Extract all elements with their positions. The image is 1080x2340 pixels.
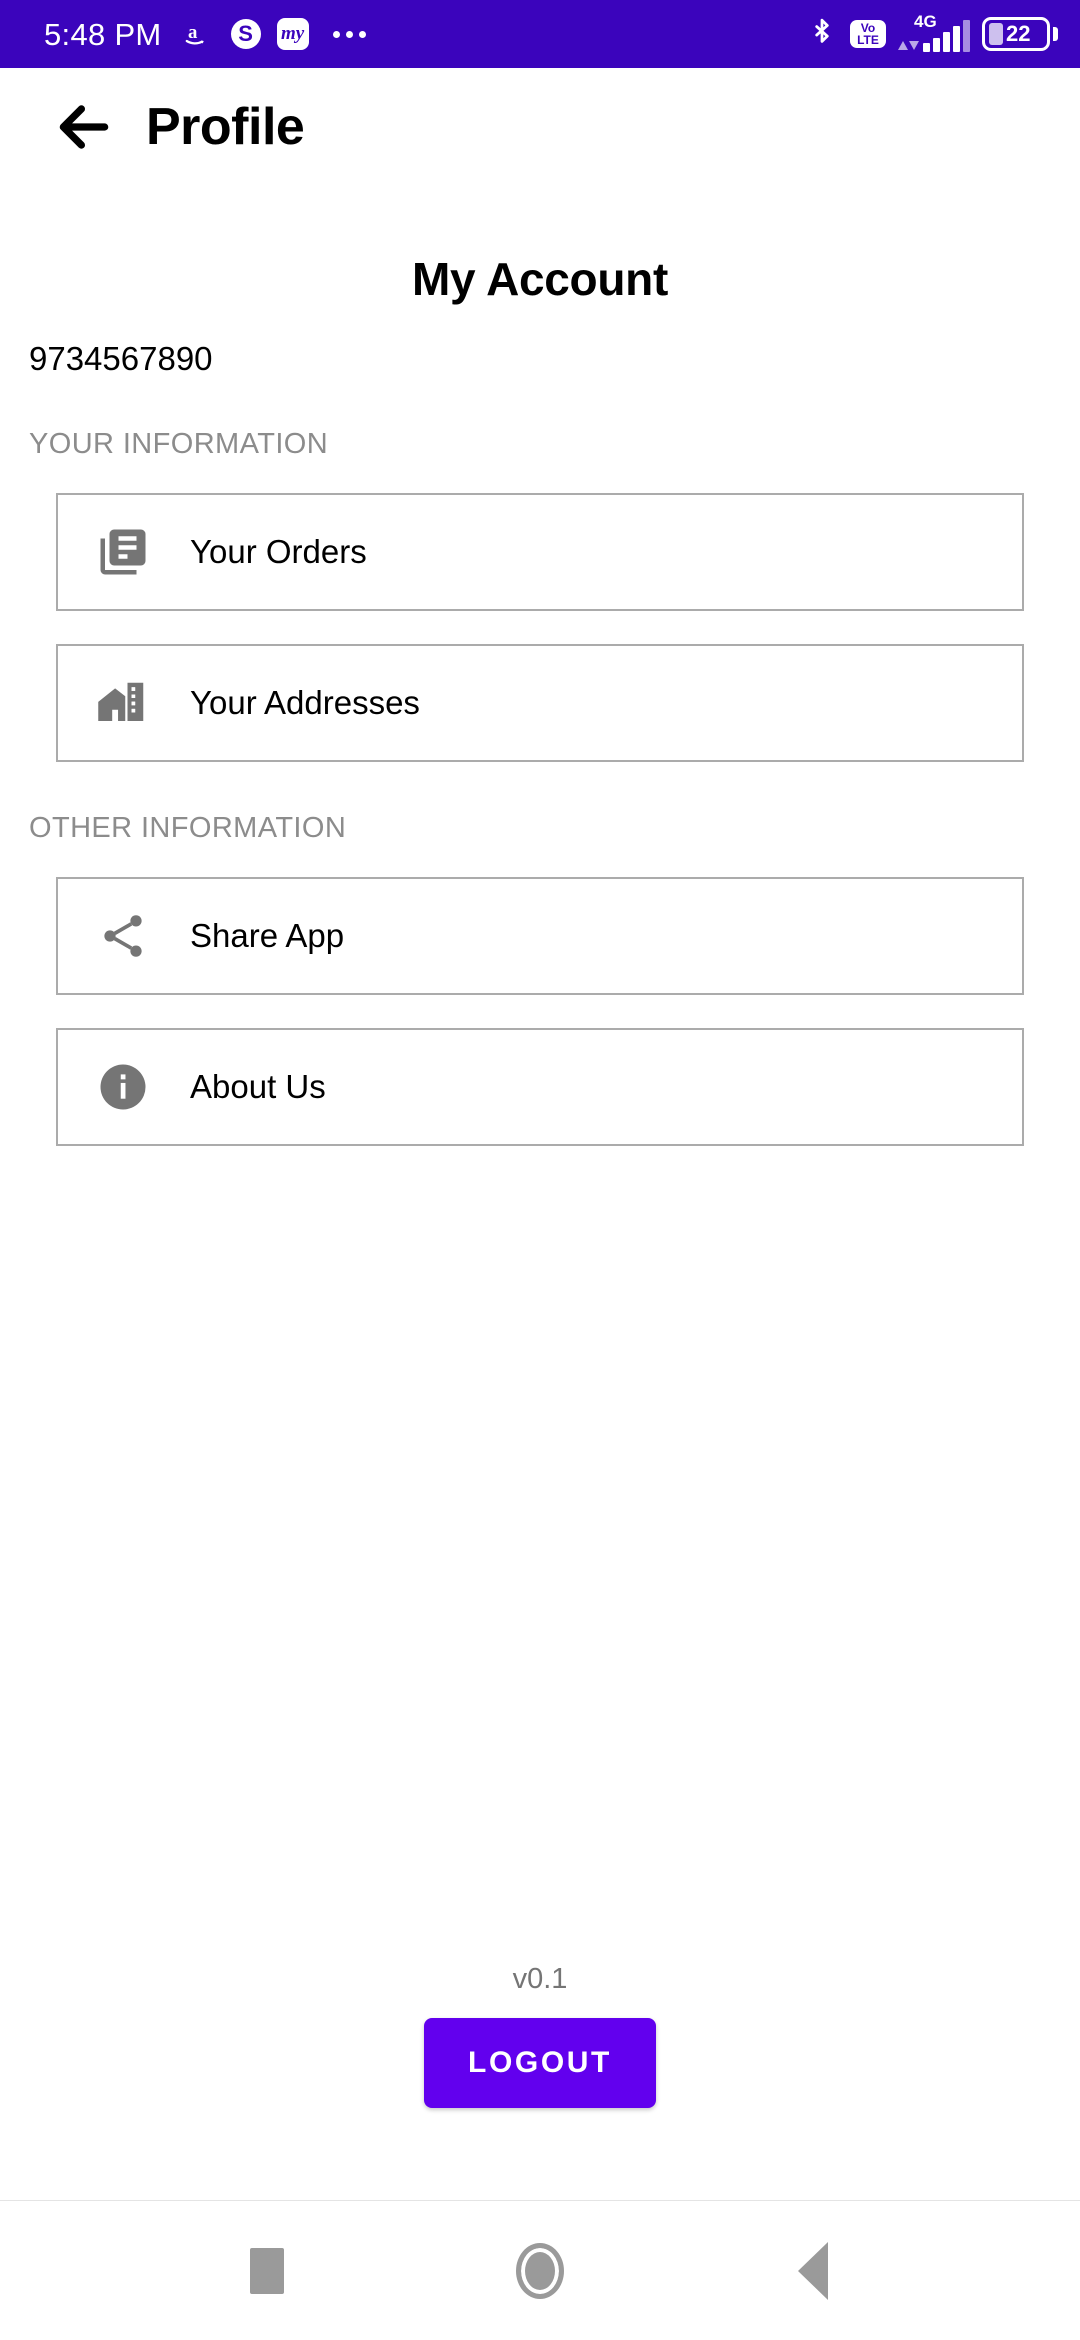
svg-text:a: a [188, 22, 198, 43]
home-circle-icon [515, 2242, 564, 2299]
section-label-your-information: YOUR INFORMATION [29, 428, 329, 460]
flex-spacer [28, 1146, 1052, 1963]
recents-button[interactable] [222, 2226, 312, 2316]
menu-item-your-orders[interactable]: Your Orders [56, 493, 1024, 611]
page-title: Profile [146, 98, 305, 156]
back-triangle-icon [798, 2241, 829, 2300]
notification-overflow-icon [332, 30, 366, 38]
status-bar-clock: 5:48 PM [44, 16, 162, 52]
phone-screen: 5:48 PM a S my Vo LTE 4G 22 Profile My A… [0, 0, 1080, 2340]
amazon-icon: a [182, 18, 215, 51]
menu-item-your-addresses[interactable]: Your Addresses [56, 644, 1024, 762]
signal-strength-icon: 4G [898, 12, 970, 52]
section-label-other-information: OTHER INFORMATION [29, 812, 347, 844]
recents-square-icon [249, 2247, 284, 2294]
menu-item-label: Your Addresses [190, 684, 420, 721]
home-button[interactable] [495, 2226, 585, 2316]
battery-icon: 22 [982, 17, 1058, 51]
share-icon [94, 907, 152, 965]
menu-item-label: About Us [190, 1068, 326, 1105]
bluetooth-icon [805, 18, 838, 51]
menu-item-label: Your Orders [190, 533, 367, 570]
back-button[interactable] [48, 91, 120, 163]
volte-icon: Vo LTE [850, 20, 886, 48]
android-navigation-bar [0, 2200, 1080, 2340]
battery-level-label: 22 [1006, 21, 1031, 46]
your-information-list: Your Orders Your Addresses [28, 493, 1052, 762]
menu-item-about-us[interactable]: About Us [56, 1028, 1024, 1146]
data-transfer-icon [898, 41, 919, 50]
status-bar-left: 5:48 PM a S my [44, 18, 366, 51]
phone-number-text: 9734567890 [29, 340, 213, 377]
home-work-icon [94, 674, 152, 732]
other-information-list: Share App About Us [28, 877, 1052, 1146]
back-arrow-icon [59, 105, 109, 149]
logout-container: LOGOUT [28, 2018, 1052, 2108]
app-version-label: v0.1 [512, 1963, 568, 1995]
info-icon [94, 1058, 152, 1116]
content-area: My Account 9734567890 YOUR INFORMATION Y… [0, 186, 1080, 2200]
volte-line-2: LTE [857, 33, 879, 47]
status-bar: 5:48 PM a S my Vo LTE 4G 22 [0, 0, 1080, 68]
account-heading: My Account [412, 253, 668, 305]
logout-button[interactable]: LOGOUT [424, 2018, 656, 2108]
back-nav-button[interactable] [768, 2226, 858, 2316]
menu-item-label: Share App [190, 917, 345, 954]
menu-item-share-app[interactable]: Share App [56, 877, 1024, 995]
library-books-icon [94, 523, 152, 581]
app-bar: Profile [0, 68, 1080, 186]
skype-icon: S [230, 19, 261, 49]
myntra-icon: my [276, 18, 309, 50]
network-type-label: 4G [914, 12, 937, 31]
status-bar-right: Vo LTE 4G 22 [805, 12, 1058, 52]
